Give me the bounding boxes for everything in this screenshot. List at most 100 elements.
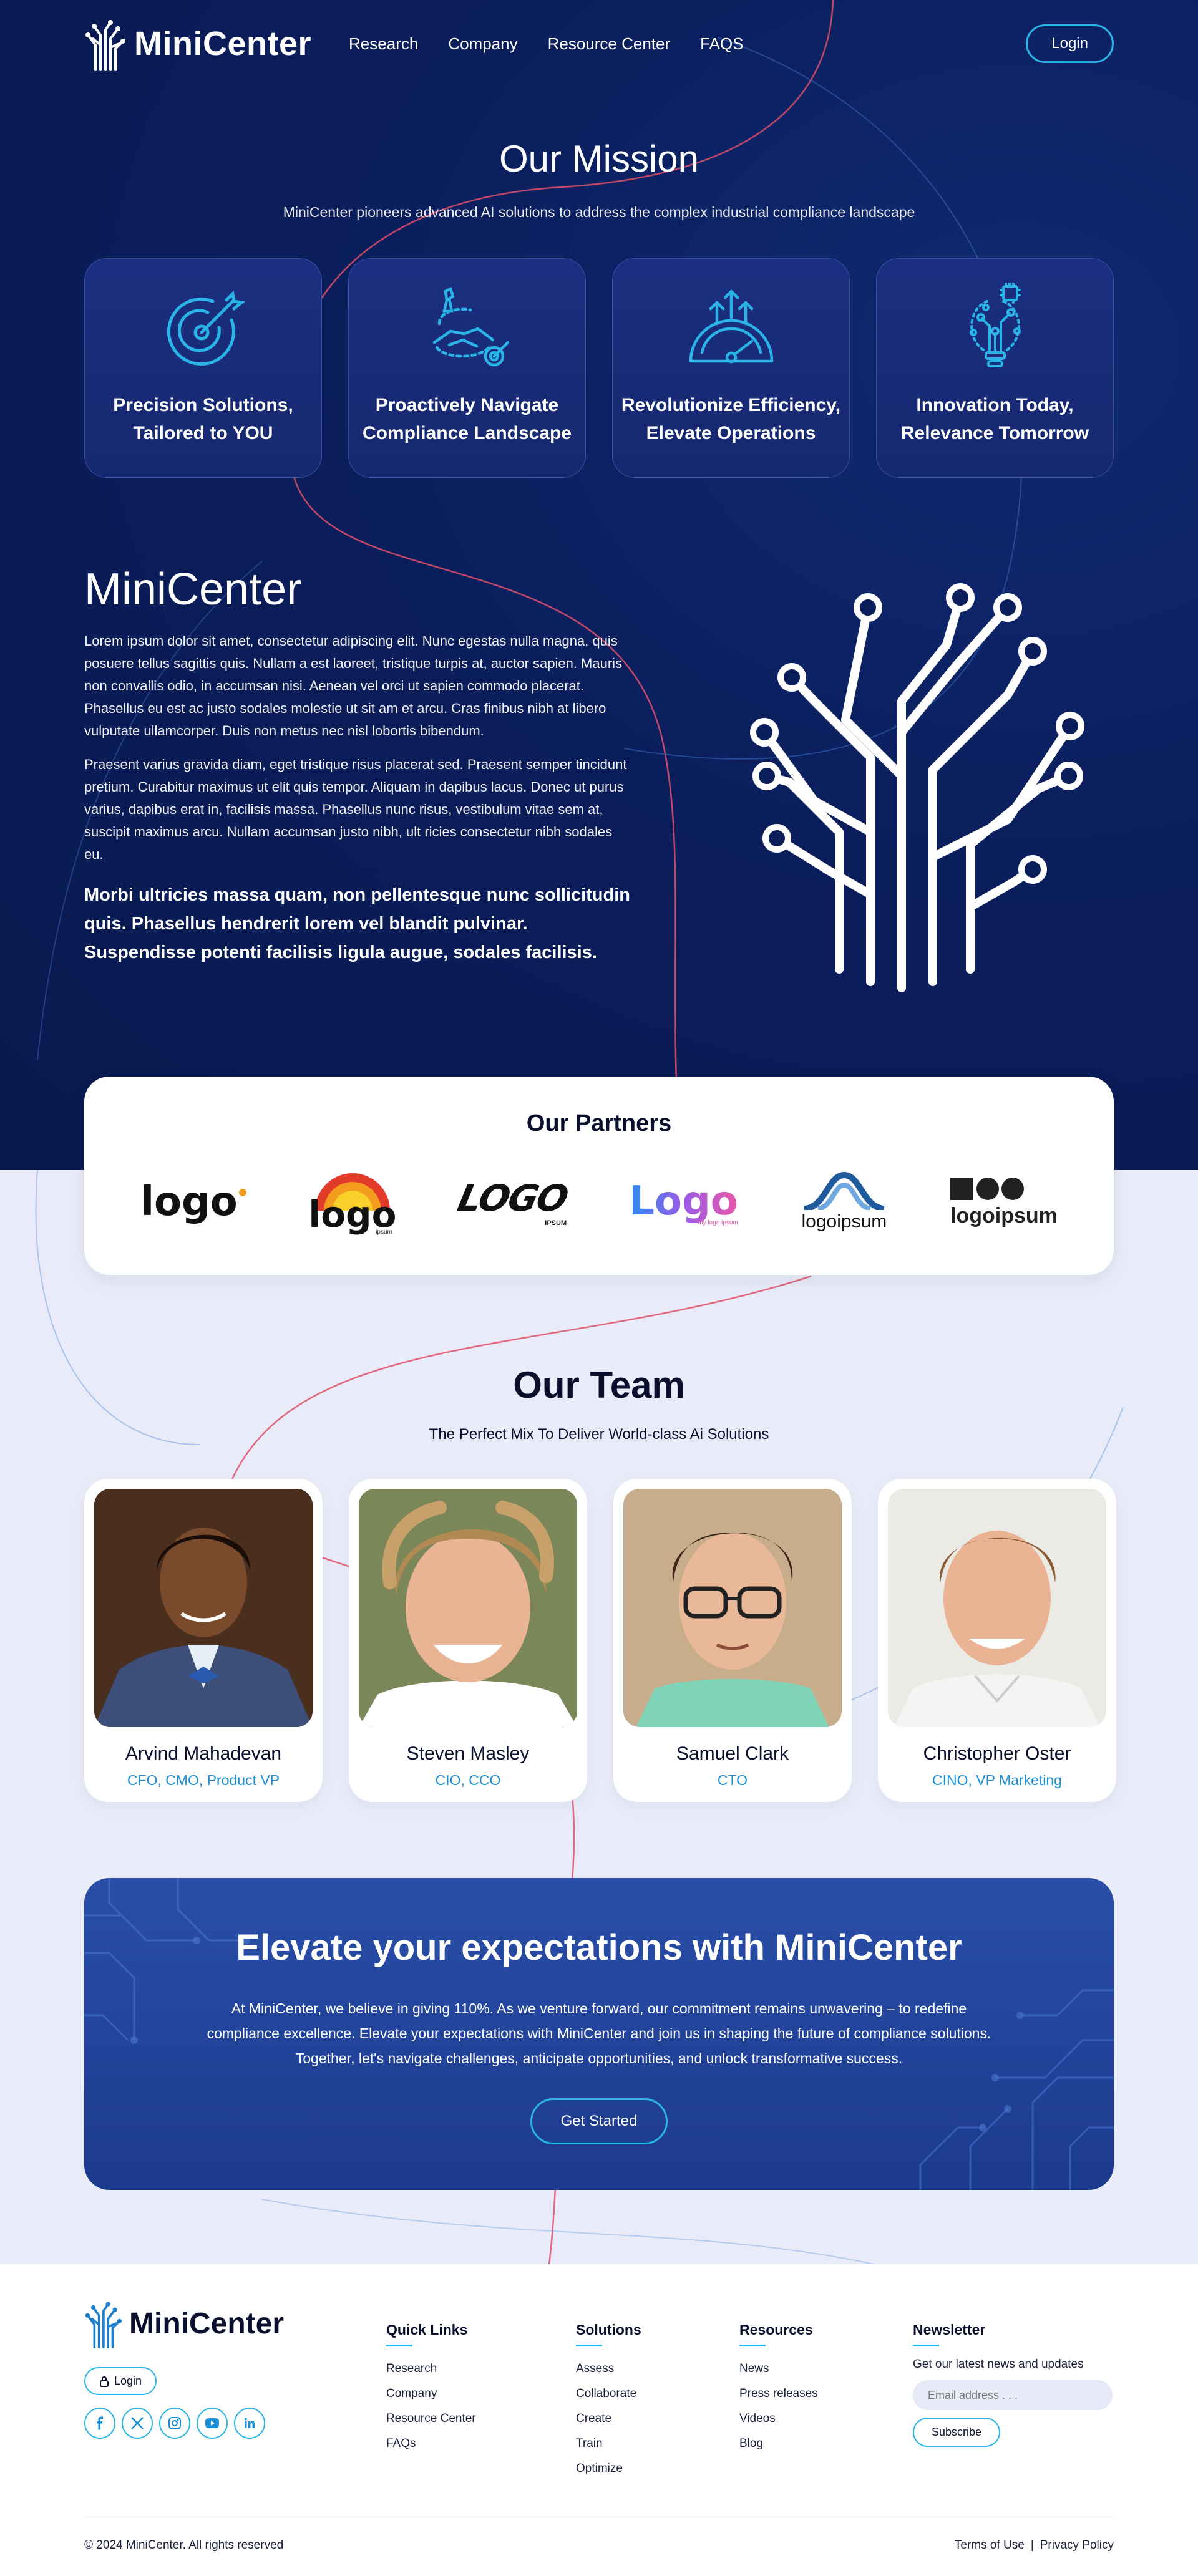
- team-card: Christopher Oster CINO, VP Marketing: [878, 1479, 1116, 1802]
- footer-link-videos[interactable]: Videos: [739, 2406, 818, 2431]
- partner-logo-4-text: Logo: [629, 1178, 738, 1224]
- tree-logo-icon: [85, 2302, 122, 2348]
- team-member-role: CFO, CMO, Product VP: [127, 1772, 280, 1788]
- cta-text: At MiniCenter, we believe in giving 110%…: [207, 2000, 991, 2066]
- footer-brand-name: MiniCenter: [129, 2307, 285, 2340]
- partner-logo-5-text: logoipsum: [801, 1211, 887, 1232]
- partner-logo-6[interactable]: logoipsum: [950, 1165, 1058, 1239]
- nav-link-company[interactable]: Company: [448, 34, 517, 54]
- instagram-icon[interactable]: [159, 2408, 190, 2439]
- footer-link-faqs[interactable]: FAQs: [386, 2431, 476, 2456]
- cta-title: Elevate your expectations with MiniCente…: [236, 1927, 962, 1968]
- footer-link-press-releases[interactable]: Press releases: [739, 2381, 818, 2406]
- partner-logo-3-sub: IPSUM: [545, 1219, 567, 1227]
- newsletter-text: Get our latest news and updates: [913, 2358, 1084, 2371]
- mission-card-navigate: Proactively Navigate Compliance Landscape: [348, 258, 586, 478]
- footer-col-underline: [386, 2345, 412, 2346]
- footer-link-company[interactable]: Company: [386, 2381, 476, 2406]
- footer-col-title: Resources: [739, 2322, 813, 2338]
- x-icon[interactable]: [122, 2408, 153, 2439]
- about-paragraph-2: Praesent varius gravida diam, eget trist…: [84, 757, 627, 862]
- mission-card-line2: Compliance Landscape: [362, 423, 572, 443]
- footer-link-create[interactable]: Create: [576, 2406, 641, 2431]
- team-member-role: CTO: [717, 1772, 748, 1788]
- speedometer-icon: [689, 289, 773, 364]
- partners-section: Our Partners logo logo ipsum LOGO IPSUM …: [84, 1077, 1114, 1275]
- footer-link-train[interactable]: Train: [576, 2431, 641, 2456]
- team-member-role: CINO, VP Marketing: [932, 1772, 1062, 1788]
- email-field[interactable]: [913, 2380, 1113, 2410]
- footer-link-resource-center[interactable]: Resource Center: [386, 2406, 476, 2431]
- facebook-icon[interactable]: [84, 2408, 115, 2439]
- team-section: Our Team The Perfect Mix To Deliver Worl…: [0, 1170, 1198, 2264]
- partner-logo-3[interactable]: LOGO IPSUM: [454, 1165, 572, 1239]
- social-links: [84, 2408, 265, 2439]
- team-member-name: Samuel Clark: [676, 1743, 789, 1764]
- team-member-name: Arvind Mahadevan: [125, 1743, 282, 1764]
- about-title: MiniCenter: [84, 564, 302, 614]
- nav-link-faqs[interactable]: FAQS: [700, 34, 743, 54]
- partner-logo-1[interactable]: logo: [140, 1165, 246, 1239]
- mission-card-line2: Elevate Operations: [646, 423, 816, 443]
- team-member-name: Christopher Oster: [923, 1743, 1071, 1764]
- login-button[interactable]: Login: [1026, 24, 1114, 63]
- footer-link-optimize[interactable]: Optimize: [576, 2456, 641, 2481]
- arch-logo-icon: [804, 1171, 885, 1210]
- footer-newsletter: Newsletter Get our latest news and updat…: [913, 2322, 1113, 2447]
- partners-title: Our Partners: [526, 1110, 672, 1136]
- team-photo: [359, 1489, 577, 1727]
- mission-card-line1: Innovation Today,: [916, 395, 1074, 415]
- footer-login-label: Login: [114, 2375, 142, 2387]
- terms-link[interactable]: Terms of Use: [955, 2539, 1025, 2552]
- target-arrow-icon: [167, 290, 245, 366]
- footer-col-title: Solutions: [576, 2322, 641, 2338]
- subscribe-button[interactable]: Subscribe: [913, 2418, 1001, 2447]
- footer-link-collaborate[interactable]: Collaborate: [576, 2381, 641, 2406]
- footer-col-underline: [913, 2345, 939, 2346]
- tree-illustration-icon: [750, 583, 1084, 992]
- partner-logo-2-sub: ipsum: [376, 1229, 392, 1236]
- nav-link-resource-center[interactable]: Resource Center: [548, 34, 671, 54]
- portrait-icon: [94, 1489, 313, 1727]
- top-nav: MiniCenter Research Company Resource Cen…: [84, 0, 1114, 87]
- tree-logo-icon: [85, 20, 125, 71]
- nav-links: Research Company Resource Center FAQS: [349, 34, 743, 54]
- team-member-name: Steven Masley: [406, 1743, 530, 1764]
- partner-logo-4[interactable]: Logo my logo ipsum: [629, 1165, 738, 1239]
- brand-logo[interactable]: MiniCenter: [84, 16, 311, 71]
- mission-card-line2: Relevance Tomorrow: [900, 423, 1089, 443]
- partner-logo-2[interactable]: logo ipsum: [308, 1165, 396, 1239]
- linkedin-icon[interactable]: [234, 2408, 265, 2439]
- team-card: Arvind Mahadevan CFO, CMO, Product VP: [84, 1479, 323, 1802]
- get-started-button[interactable]: Get Started: [530, 2098, 668, 2144]
- team-photo: [888, 1489, 1106, 1727]
- team-photo: [623, 1489, 842, 1727]
- youtube-icon[interactable]: [197, 2408, 228, 2439]
- partner-logo-5[interactable]: logoipsum: [801, 1165, 888, 1239]
- footer-login-button[interactable]: Login: [84, 2367, 157, 2395]
- cta-banner: Elevate your expectations with MiniCente…: [84, 1878, 1114, 2190]
- footer-link-blog[interactable]: Blog: [739, 2431, 818, 2456]
- team-photo: [94, 1489, 313, 1727]
- footer-col-underline: [576, 2345, 602, 2346]
- partner-logos: logo logo ipsum LOGO IPSUM Logo my logo …: [84, 1165, 1114, 1239]
- about-highlight: Morbi ultricies massa quam, non pellente…: [84, 885, 630, 962]
- lightbulb-circuit-icon: [969, 283, 1021, 367]
- footer-link-assess[interactable]: Assess: [576, 2356, 641, 2381]
- mission-title: Our Mission: [499, 138, 699, 180]
- shapes-logo-icon: [950, 1177, 1025, 1200]
- footer-link-news[interactable]: News: [739, 2356, 818, 2381]
- team-subtitle: The Perfect Mix To Deliver World-class A…: [429, 1426, 769, 1443]
- footer-link-research[interactable]: Research: [386, 2356, 476, 2381]
- partner-logo-1-text: logo: [140, 1179, 238, 1225]
- mission-card-line1: Precision Solutions,: [113, 395, 293, 415]
- lock-icon: [100, 2376, 109, 2387]
- hero-section: MiniCenter Research Company Resource Cen…: [0, 0, 1198, 1170]
- footer-brand[interactable]: MiniCenter: [84, 2298, 284, 2348]
- partner-logo-3-text: LOGO: [454, 1177, 572, 1219]
- privacy-link[interactable]: Privacy Policy: [1040, 2539, 1114, 2552]
- team-member-role: CIO, CCO: [435, 1772, 501, 1788]
- team-card: Steven Masley CIO, CCO: [349, 1479, 587, 1802]
- partner-logo-1-dot: [238, 1189, 246, 1196]
- nav-link-research[interactable]: Research: [349, 34, 418, 54]
